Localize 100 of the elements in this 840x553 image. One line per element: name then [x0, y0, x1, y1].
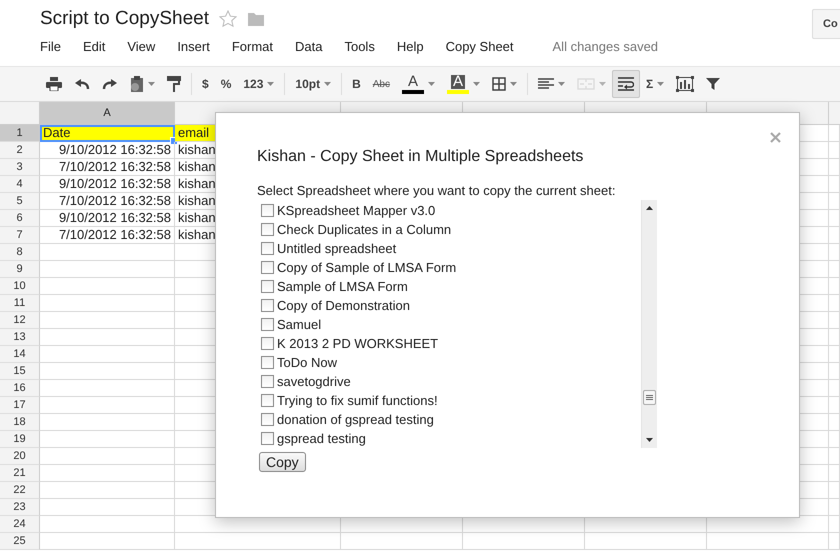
menu-item[interactable]: Data	[288, 38, 330, 54]
empty-cell[interactable]	[829, 244, 840, 261]
checkbox[interactable]	[261, 413, 274, 426]
empty-cell[interactable]	[829, 431, 840, 448]
menu-item[interactable]: Format	[224, 38, 280, 54]
checkbox[interactable]	[261, 242, 274, 255]
toolbar-button[interactable]: Σ	[640, 70, 670, 98]
menu-item[interactable]: File	[33, 38, 68, 54]
table-cell[interactable]: 9/10/2012 16:32:58	[40, 210, 175, 227]
empty-cell[interactable]	[829, 516, 840, 533]
empty-cell[interactable]	[829, 533, 840, 550]
row-header[interactable]: 23	[0, 499, 40, 516]
row-header[interactable]: 1	[0, 125, 40, 142]
checkbox[interactable]	[261, 318, 274, 331]
empty-cell[interactable]	[341, 533, 463, 550]
row-header[interactable]: 13	[0, 329, 40, 346]
fill-color-button[interactable]: A	[440, 70, 486, 98]
menu-item[interactable]: Insert	[170, 38, 217, 54]
empty-cell[interactable]	[829, 312, 840, 329]
menu-item[interactable]: Copy Sheet	[438, 38, 521, 54]
empty-cell[interactable]	[585, 533, 707, 550]
empty-cell[interactable]	[829, 448, 840, 465]
row-header[interactable]: 4	[0, 176, 40, 193]
strikethrough-button[interactable]: Abc	[366, 70, 396, 98]
scroll-thumb[interactable]	[643, 390, 656, 405]
empty-cell[interactable]	[829, 210, 840, 227]
empty-cell[interactable]	[463, 533, 585, 550]
column-header[interactable]	[829, 102, 840, 125]
empty-cell[interactable]	[829, 261, 840, 278]
star-icon[interactable]	[218, 10, 237, 28]
empty-cell[interactable]	[707, 533, 829, 550]
empty-cell[interactable]	[829, 227, 840, 244]
toolbar-button[interactable]: 123	[237, 70, 280, 98]
empty-cell[interactable]	[829, 346, 840, 363]
empty-cell[interactable]	[829, 329, 840, 346]
toolbar-button[interactable]: B	[346, 70, 367, 98]
row-header[interactable]: 17	[0, 397, 40, 414]
row-header[interactable]: 19	[0, 431, 40, 448]
row-header[interactable]: 15	[0, 363, 40, 380]
close-button[interactable]	[768, 130, 783, 145]
row-header[interactable]: 8	[0, 244, 40, 261]
row-header[interactable]: 7	[0, 227, 40, 244]
menu-item[interactable]: Edit	[76, 38, 112, 54]
row-header[interactable]: 12	[0, 312, 40, 329]
row-header[interactable]: 14	[0, 346, 40, 363]
checkbox[interactable]	[261, 223, 274, 236]
empty-cell[interactable]	[829, 363, 840, 380]
checkbox[interactable]	[261, 432, 274, 445]
empty-cell[interactable]	[829, 397, 840, 414]
empty-cell[interactable]	[829, 278, 840, 295]
empty-cell[interactable]	[829, 380, 840, 397]
checkbox[interactable]	[261, 280, 274, 293]
row-header[interactable]: 25	[0, 533, 40, 550]
copy-button[interactable]: Copy	[259, 452, 306, 472]
table-cell[interactable]: Date	[40, 125, 175, 142]
text-wrap-button[interactable]	[612, 70, 640, 98]
row-header[interactable]: 11	[0, 295, 40, 312]
table-cell[interactable]: 7/10/2012 16:32:58	[40, 227, 175, 244]
row-header[interactable]: 22	[0, 482, 40, 499]
empty-cell[interactable]	[829, 176, 840, 193]
row-header[interactable]: 9	[0, 261, 40, 278]
row-header[interactable]: 16	[0, 380, 40, 397]
scroll-down-icon[interactable]	[646, 438, 653, 442]
text-color-button[interactable]: A	[396, 70, 441, 98]
row-header[interactable]: 2	[0, 142, 40, 159]
menu-item[interactable]: Help	[390, 38, 431, 54]
folder-icon[interactable]	[246, 11, 265, 27]
checkbox[interactable]	[261, 299, 274, 312]
checkbox[interactable]	[261, 394, 274, 407]
empty-cell[interactable]	[829, 295, 840, 312]
empty-cell[interactable]	[829, 465, 840, 482]
row-header[interactable]: 6	[0, 210, 40, 227]
checkbox[interactable]	[261, 337, 274, 350]
menu-item[interactable]: Tools	[337, 38, 382, 54]
table-cell[interactable]: 7/10/2012 16:32:58	[40, 193, 175, 210]
empty-cell[interactable]	[829, 142, 840, 159]
empty-cell[interactable]	[829, 159, 840, 176]
toolbar-button[interactable]: 10pt	[289, 70, 338, 98]
toolbar-button[interactable]: $	[196, 70, 215, 98]
empty-cell[interactable]	[829, 414, 840, 431]
empty-cell[interactable]	[829, 482, 840, 499]
scrollbar[interactable]	[641, 200, 657, 448]
row-header[interactable]: 21	[0, 465, 40, 482]
checkbox[interactable]	[261, 261, 274, 274]
menu-item[interactable]: View	[120, 38, 162, 54]
toolbar-button[interactable]: %	[214, 70, 238, 98]
empty-cell[interactable]	[829, 193, 840, 210]
empty-cell[interactable]	[829, 499, 840, 516]
corner-button[interactable]: Co	[812, 9, 840, 39]
row-header[interactable]: 20	[0, 448, 40, 465]
table-cell[interactable]: 7/10/2012 16:32:58	[40, 159, 175, 176]
checkbox[interactable]	[261, 356, 274, 369]
row-header[interactable]: 3	[0, 159, 40, 176]
table-cell[interactable]: 9/10/2012 16:32:58	[40, 176, 175, 193]
row-header[interactable]: 18	[0, 414, 40, 431]
empty-cell[interactable]	[175, 533, 341, 550]
row-header[interactable]: 5	[0, 193, 40, 210]
checkbox[interactable]	[261, 375, 274, 388]
row-header[interactable]: 10	[0, 278, 40, 295]
row-header[interactable]: 24	[0, 516, 40, 533]
